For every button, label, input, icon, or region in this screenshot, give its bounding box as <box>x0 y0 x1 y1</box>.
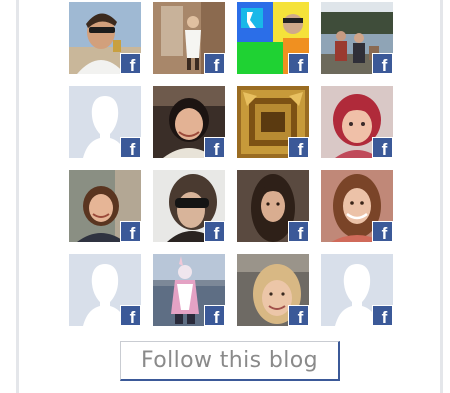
facebook-badge-icon: f <box>120 221 141 242</box>
facebook-badge-icon: f <box>204 137 225 158</box>
follower-avatar[interactable]: f <box>69 254 141 326</box>
facebook-badge-icon: f <box>372 137 393 158</box>
follower-avatar[interactable]: f <box>153 254 225 326</box>
facebook-badge-icon: f <box>288 221 309 242</box>
facebook-badge-icon: f <box>372 221 393 242</box>
follower-avatar[interactable]: f <box>69 170 141 242</box>
facebook-badge-icon: f <box>288 137 309 158</box>
facebook-badge-icon: f <box>372 53 393 74</box>
follower-avatar[interactable]: f <box>321 254 393 326</box>
follower-avatar[interactable]: f <box>237 86 309 158</box>
follower-avatar[interactable]: f <box>69 86 141 158</box>
follower-avatar[interactable]: f <box>237 254 309 326</box>
follower-avatar[interactable]: f <box>153 170 225 242</box>
facebook-badge-icon: f <box>372 305 393 326</box>
facebook-badge-icon: f <box>204 221 225 242</box>
facebook-badge-icon: f <box>120 53 141 74</box>
facebook-badge-icon: f <box>288 305 309 326</box>
facebook-badge-icon: f <box>120 137 141 158</box>
facebook-badge-icon: f <box>288 53 309 74</box>
follow-blog-button[interactable]: Follow this blog <box>120 341 340 381</box>
follower-avatar[interactable]: f <box>153 2 225 74</box>
follower-avatar[interactable]: f <box>153 86 225 158</box>
follower-avatar[interactable]: f <box>321 2 393 74</box>
facebook-badge-icon: f <box>204 53 225 74</box>
follower-avatar[interactable]: f <box>321 86 393 158</box>
facebook-badge-icon: f <box>204 305 225 326</box>
followers-grid: f f f f f f f f f f f f f f f f <box>69 2 393 326</box>
facebook-badge-icon: f <box>120 305 141 326</box>
follower-avatar[interactable]: f <box>237 170 309 242</box>
follower-avatar[interactable]: f <box>69 2 141 74</box>
follower-avatar[interactable]: f <box>237 2 309 74</box>
follower-avatar[interactable]: f <box>321 170 393 242</box>
